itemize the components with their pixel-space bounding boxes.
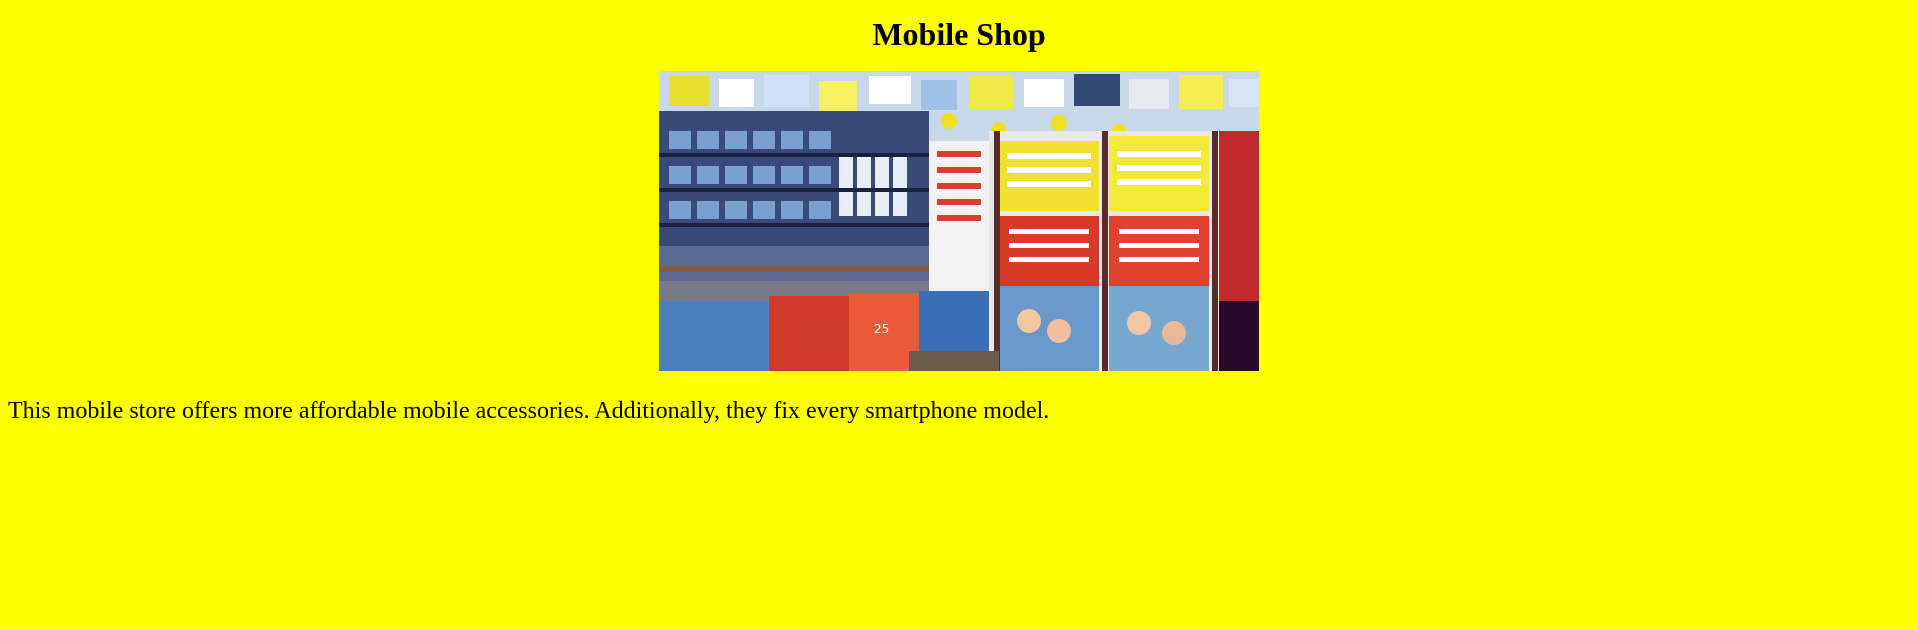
svg-text:25: 25: [874, 322, 889, 336]
page-title: Mobile Shop: [872, 16, 1046, 52]
description-text: This mobile store offers more affordable…: [8, 398, 1050, 424]
mobile-shop-photo: 25: [659, 71, 1259, 371]
